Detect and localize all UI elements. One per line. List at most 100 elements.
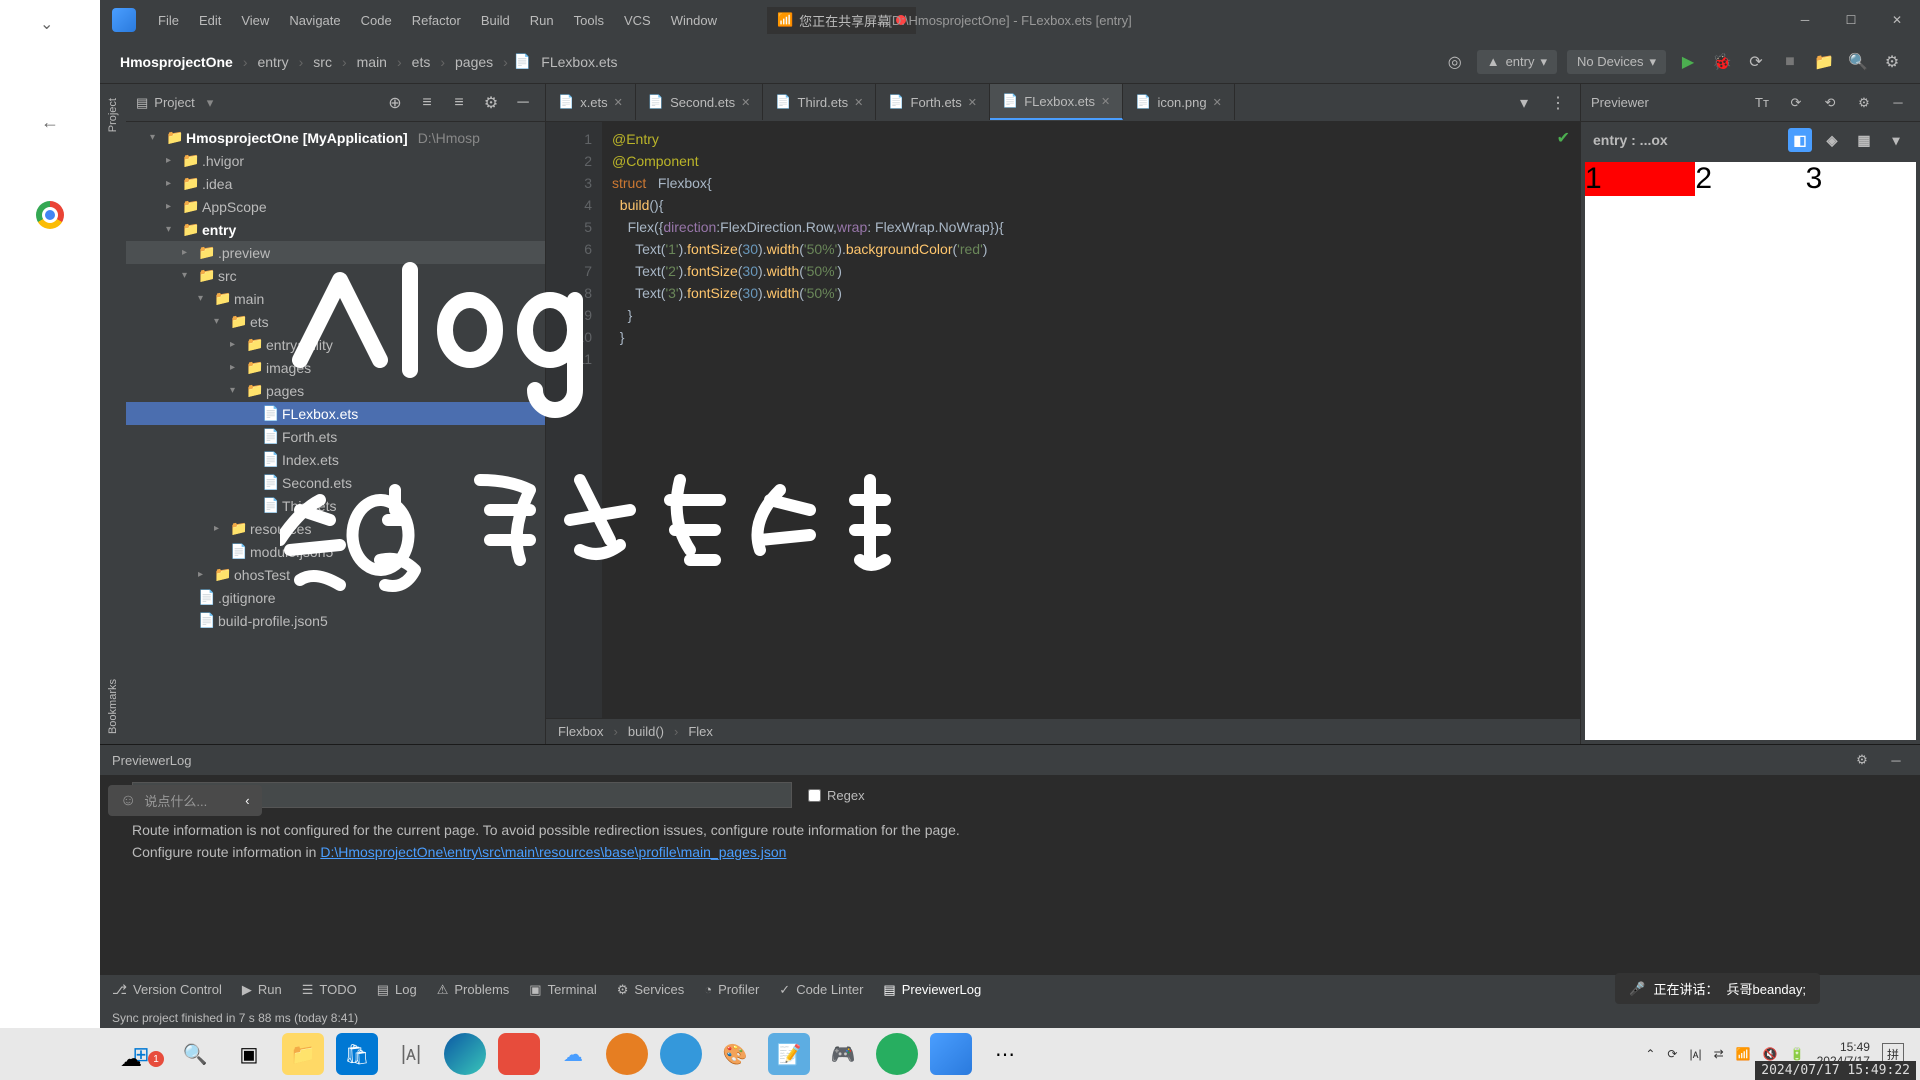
gear-icon[interactable]: ⚙ (1850, 748, 1874, 772)
tab-more-icon[interactable]: ⋮ (1546, 91, 1570, 115)
bc-3[interactable]: main (353, 52, 391, 72)
close-button[interactable]: ✕ (1874, 0, 1920, 40)
bc-0[interactable]: HmosprojectOne (116, 52, 237, 72)
weather-widget[interactable]: ☁ 1 (120, 1046, 164, 1072)
hide-icon[interactable]: ─ (511, 91, 535, 115)
tree-item[interactable]: ▸📁entryability (126, 333, 545, 356)
emoji-icon[interactable]: ☺ (120, 792, 136, 810)
tree-item[interactable]: 📄Second.ets (126, 471, 545, 494)
tree-item[interactable]: ▸📁ohosTest (126, 563, 545, 586)
regex-checkbox[interactable] (808, 789, 821, 802)
hide-icon[interactable]: ─ (1884, 748, 1908, 772)
project-tab[interactable]: Project (103, 88, 123, 142)
store-icon[interactable]: 🛍 (336, 1033, 378, 1075)
menu-file[interactable]: File (148, 13, 189, 28)
close-icon[interactable]: ✕ (1101, 95, 1110, 108)
run-button[interactable]: ▶ (1676, 50, 1700, 74)
menu-build[interactable]: Build (471, 13, 520, 28)
tray-wifi-icon[interactable]: 📶 (1736, 1047, 1751, 1061)
edge-icon[interactable] (444, 1033, 486, 1075)
menu-tools[interactable]: Tools (564, 13, 614, 28)
chrome-icon[interactable] (36, 201, 64, 229)
bc-2[interactable]: src (309, 52, 336, 72)
editor-tab[interactable]: 📄x.ets✕ (546, 84, 636, 120)
close-icon[interactable]: ✕ (1213, 96, 1222, 109)
chevron-down-icon[interactable]: ⌄ (40, 14, 60, 34)
tree-item[interactable]: ▸📁resources (126, 517, 545, 540)
code-editor[interactable]: 1234567891011 ✔ @Entry@Componentstruct F… (546, 122, 1580, 718)
menu-edit[interactable]: Edit (189, 13, 231, 28)
tree-item[interactable]: 📄module.json5 (126, 540, 545, 563)
tree-item[interactable]: ▸📁.hvigor (126, 149, 545, 172)
tree-item[interactable]: 📄FLexbox.ets (126, 402, 545, 425)
menu-window[interactable]: Window (661, 13, 727, 28)
tree-item[interactable]: ▾📁src (126, 264, 545, 287)
back-icon[interactable]: ← (41, 112, 59, 133)
app-orange-icon[interactable] (606, 1033, 648, 1075)
bc-6[interactable]: FLexbox.ets (537, 52, 621, 72)
btm-services[interactable]: ⚙ Services (617, 982, 685, 998)
tray-settings-icon[interactable]: ⇄ (1714, 1047, 1724, 1061)
gear-icon[interactable]: ⚙ (479, 91, 503, 115)
app-paint-icon[interactable]: 🎨 (714, 1033, 756, 1075)
tree-item[interactable]: 📄Third.ets (126, 494, 545, 517)
tree-item[interactable]: 📄Forth.ets (126, 425, 545, 448)
tray-volume-icon[interactable]: 🔇 (1763, 1047, 1778, 1061)
btm-problems[interactable]: ⚠ Problems (437, 982, 510, 998)
close-icon[interactable]: ✕ (854, 96, 863, 109)
layers-icon[interactable]: ◈ (1820, 128, 1844, 152)
tray-battery-icon[interactable]: 🔋 (1790, 1047, 1805, 1061)
btm-linter[interactable]: ✓ Code Linter (779, 982, 863, 998)
app-blue-icon[interactable] (660, 1033, 702, 1075)
tab-dropdown-icon[interactable]: ▾ (1512, 91, 1536, 115)
editor-tab[interactable]: 📄Third.ets✕ (763, 84, 876, 120)
device-dropdown[interactable]: No Devices▾ (1567, 50, 1666, 74)
tray-pause-icon[interactable]: |ᴀ| (1689, 1047, 1701, 1061)
hide-icon[interactable]: ─ (1886, 91, 1910, 115)
maximize-button[interactable]: ☐ (1828, 0, 1874, 40)
menu-view[interactable]: View (231, 13, 279, 28)
btm-profiler[interactable]: ◔ Profiler (704, 982, 759, 997)
app-notes-icon[interactable]: 📝 (768, 1033, 810, 1075)
chat-input[interactable]: ☺ 说点什么... ‹ (108, 785, 262, 816)
tree-item[interactable]: 📄build-profile.json5 (126, 609, 545, 632)
chevron-left-icon[interactable]: ‹ (245, 793, 249, 808)
deveco-taskbar-icon[interactable] (930, 1033, 972, 1075)
menu-run[interactable]: Run (520, 13, 564, 28)
folder-button[interactable]: 📁 (1812, 50, 1836, 74)
bookmarks-tab[interactable]: Bookmarks (103, 669, 123, 744)
locate-icon[interactable]: ⊕ (383, 91, 407, 115)
app-red-icon[interactable] (498, 1033, 540, 1075)
more-icon[interactable]: ⋯ (984, 1033, 1026, 1075)
sync-icon[interactable]: ⟲ (1818, 91, 1842, 115)
tree-item[interactable]: ▾📁entry (126, 218, 545, 241)
expand-icon[interactable]: ≡ (415, 91, 439, 115)
menu-refactor[interactable]: Refactor (402, 13, 471, 28)
btm-terminal[interactable]: ▣ Terminal (529, 982, 596, 998)
grid-icon[interactable]: ▦ (1852, 128, 1876, 152)
tree-item[interactable]: ▸📁.preview (126, 241, 545, 264)
btm-todo[interactable]: ☰ TODO (302, 982, 357, 998)
crumb-0[interactable]: Flexbox (558, 724, 604, 739)
editor-tab[interactable]: 📄Second.ets✕ (636, 84, 763, 120)
chevron-down-icon[interactable]: ▾ (1884, 128, 1908, 152)
tree-item[interactable]: ▾📁ets (126, 310, 545, 333)
tray-sync-icon[interactable]: ⟳ (1667, 1047, 1677, 1061)
tree-item[interactable]: ▾📁pages (126, 379, 545, 402)
cloud-icon[interactable]: ☁ (552, 1033, 594, 1075)
tree-item[interactable]: ▾📁main (126, 287, 545, 310)
close-icon[interactable]: ✕ (968, 96, 977, 109)
stop-button[interactable]: ■ (1778, 50, 1802, 74)
target-icon[interactable]: ◎ (1443, 50, 1467, 74)
explorer-icon[interactable]: 📁 (282, 1033, 324, 1075)
menu-navigate[interactable]: Navigate (279, 13, 350, 28)
tt-icon[interactable]: Tт (1750, 91, 1774, 115)
bc-4[interactable]: ets (408, 52, 435, 72)
bc-5[interactable]: pages (451, 52, 497, 72)
tree-root[interactable]: ▾📁 HmosprojectOne [MyApplication] D:\Hmo… (126, 126, 545, 149)
log-content[interactable]: Route information is not configured for … (100, 815, 1920, 974)
debug-button[interactable]: 🐞 (1710, 50, 1734, 74)
app-icon[interactable]: |ᴀ| (390, 1033, 432, 1075)
crumb-2[interactable]: Flex (688, 724, 713, 739)
btm-previewerlog[interactable]: ▤ PreviewerLog (883, 982, 981, 998)
